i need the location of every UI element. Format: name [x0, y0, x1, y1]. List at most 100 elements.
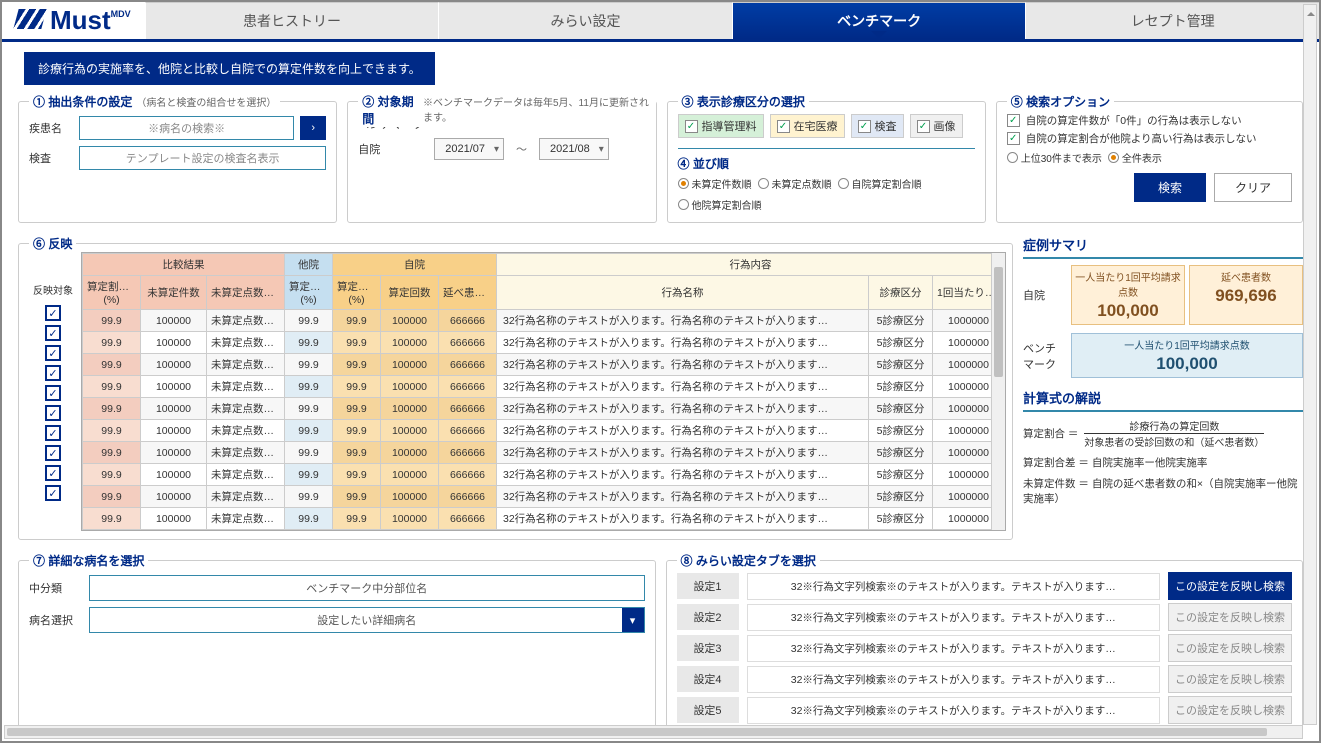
exam-input[interactable]: テンプレート設定の検査名表示 [79, 146, 326, 170]
category-chip[interactable]: ✓画像 [910, 114, 963, 138]
disease-search-input[interactable]: ※病名の検索※ [79, 116, 294, 140]
table-row[interactable]: 99.9100000未算定点数合計99.999.910000066666632行… [83, 332, 1005, 354]
panel-subtitle: ※ベンチマークデータは毎年5月、11月に更新されます。 [423, 94, 652, 124]
result-table-wrap: 比較結果 他院 自院 行為内容 算定割合差(%)未算定件数未算定点数合計算定割合… [81, 252, 1006, 531]
reflect-checkbox[interactable]: ✓ [45, 345, 61, 361]
own-to-select[interactable]: 2021/08 [539, 138, 609, 160]
column-header: 未算定件数 [141, 276, 207, 310]
reflect-checkbox[interactable]: ✓ [45, 445, 61, 461]
table-row[interactable]: 99.9100000未算定点数合計99.999.910000066666632行… [83, 420, 1005, 442]
panel-category: ③ 表示診療区分の選択 ✓指導管理料✓在宅医療✓検査✓画像 ④ 並び順 未算定件… [667, 101, 986, 223]
column-header: 診療区分 [869, 276, 933, 310]
panel-extract: ① 抽出条件の設定（病名と検査の組合せを選択） 疾患名 ※病名の検索※ › 検査… [18, 101, 337, 223]
option-list: ✓自院の算定件数が「0件」の行為は表示しない ✓自院の算定割合が他院より高い行為は… [1007, 113, 1292, 146]
display-radio[interactable]: 全件表示 [1108, 150, 1162, 165]
summary-card-bench-points: 一人当たり1回平均請求点数100,000 [1071, 333, 1303, 378]
check-icon: ✓ [1007, 114, 1020, 127]
option-checkbox[interactable]: ✓自院の算定割合が他院より高い行為は表示しない [1007, 131, 1292, 146]
display-radio[interactable]: 上位30件まで表示 [1007, 150, 1102, 165]
reflect-label: 反映対象 [25, 282, 81, 297]
panel-detail-disease: ⑦ 詳細な病名を選択 中分類 ベンチマーク中分部位名 病名選択 設定したい詳細病… [18, 560, 656, 738]
table-row[interactable]: 99.9100000未算定点数合計99.999.910000066666632行… [83, 398, 1005, 420]
reflect-checkbox[interactable]: ✓ [45, 305, 61, 321]
tab-1[interactable]: みらい設定 [438, 2, 732, 39]
table-row[interactable]: 99.9100000未算定点数合計99.999.910000066666632行… [83, 508, 1005, 530]
search-button[interactable]: 検索 [1134, 173, 1206, 202]
column-header: 行為名称 [497, 276, 869, 310]
table-row[interactable]: 99.9100000未算定点数合計99.999.910000066666632行… [83, 486, 1005, 508]
apply-setting-button: この設定を反映し検索 [1168, 696, 1292, 724]
radio-icon [1007, 152, 1018, 163]
category-chip[interactable]: ✓在宅医療 [770, 114, 845, 138]
tab-3[interactable]: レセプト管理 [1025, 2, 1319, 39]
window-h-scrollbar[interactable] [4, 725, 1303, 739]
reflect-checkbox[interactable]: ✓ [45, 405, 61, 421]
table-row[interactable]: 99.9100000未算定点数合計99.999.910000066666632行… [83, 354, 1005, 376]
mid-class-select[interactable]: ベンチマーク中分部位名 [89, 575, 645, 601]
th-group-act: 行為内容 [497, 254, 1005, 276]
window-v-scrollbar[interactable] [1303, 4, 1317, 725]
app-window: Must MDV 患者ヒストリーみらい設定ベンチマークレセプト管理 診療行為の実… [0, 0, 1321, 743]
logo-mdv: MDV [111, 9, 131, 19]
panel-options: ⑤ 検索オプション ✓自院の算定件数が「0件」の行為は表示しない✓自院の算定割合… [996, 101, 1303, 223]
tab-2[interactable]: ベンチマーク [732, 2, 1026, 39]
summary-card-own-points: 一人当たり1回平均請求点数100,000 [1071, 265, 1185, 325]
panel-period: ② 対象期間※ベンチマークデータは毎年5月、11月に更新されます。 ベンチマーク… [347, 101, 656, 223]
reflect-checkbox[interactable]: ✓ [45, 425, 61, 441]
option-checkbox[interactable]: ✓自院の算定件数が「0件」の行為は表示しない [1007, 113, 1292, 128]
radio-icon [678, 178, 689, 189]
table-row[interactable]: 99.9100000未算定点数合計99.999.910000066666632行… [83, 464, 1005, 486]
reflect-checkbox[interactable]: ✓ [45, 485, 61, 501]
sort-radio[interactable]: 他院算定割合順 [678, 197, 762, 212]
logo-stripes-icon [13, 9, 46, 29]
reflect-checkbox[interactable]: ✓ [45, 325, 61, 341]
setting-text: 32※行為文字列検索※のテキストが入ります。テキストが入ります… [747, 666, 1161, 693]
tab-0[interactable]: 患者ヒストリー [145, 2, 439, 39]
setting-label: 設定3 [677, 635, 739, 661]
own-label: 自院 [358, 141, 428, 157]
apply-setting-button: この設定を反映し検索 [1168, 665, 1292, 693]
apply-setting-button: この設定を反映し検索 [1168, 634, 1292, 662]
table-scrollbar[interactable] [991, 253, 1005, 530]
disease-label: 疾患名 [29, 120, 73, 136]
setting-label: 設定2 [677, 604, 739, 630]
panel-title: ⑥ 反映 [33, 235, 72, 252]
category-chip[interactable]: ✓検査 [851, 114, 904, 138]
calc-line-2: 算定割合差 ＝ 自院実施率ー他院実施率 [1023, 455, 1303, 470]
column-header: 算定割合差(%) [83, 276, 141, 310]
sort-radio[interactable]: 未算定件数順 [678, 176, 752, 191]
disease-select[interactable]: 設定したい詳細病名▾ [89, 607, 645, 633]
th-group-comp: 比較結果 [83, 254, 285, 276]
setting-label: 設定4 [677, 666, 739, 692]
sort-radio[interactable]: 未算定点数順 [758, 176, 832, 191]
apply-setting-button[interactable]: この設定を反映し検索 [1168, 572, 1292, 600]
setting-text: 32※行為文字列検索※のテキストが入ります。テキストが入ります… [747, 604, 1161, 631]
reflect-checkbox[interactable]: ✓ [45, 385, 61, 401]
reflect-checkbox[interactable]: ✓ [45, 365, 61, 381]
setting-text: 32※行為文字列検索※のテキストが入ります。テキストが入ります… [747, 573, 1161, 600]
reflect-checkbox[interactable]: ✓ [45, 465, 61, 481]
radio-icon [758, 178, 769, 189]
column-header: 未算定点数合計 [207, 276, 285, 310]
reflect-column: 反映対象 ✓ ✓ ✓ ✓ ✓ ✓ ✓ ✓ ✓ ✓ [25, 252, 81, 531]
panel-title: ⑧ みらい設定タブを選択 [681, 552, 816, 569]
table-row[interactable]: 99.9100000未算定点数合計99.999.910000066666632行… [83, 376, 1005, 398]
category-chip[interactable]: ✓指導管理料 [678, 114, 764, 138]
table-row[interactable]: 99.9100000未算定点数合計99.999.910000066666632行… [83, 310, 1005, 332]
info-banner: 診療行為の実施率を、他院と比較し自院での算定件数を向上できます。 [24, 52, 435, 85]
clear-button[interactable]: クリア [1214, 173, 1292, 202]
own-from-select[interactable]: 2021/07 [434, 138, 504, 160]
setting-label: 設定5 [677, 697, 739, 723]
column-header: 算定回数 [381, 276, 439, 310]
summary-card-own-patients: 延べ患者数969,696 [1189, 265, 1303, 325]
disease-select-label: 病名選択 [29, 612, 83, 628]
setting-row: 設定4 32※行為文字列検索※のテキストが入ります。テキストが入ります… この設定を… [677, 665, 1293, 693]
table-row[interactable]: 99.9100000未算定点数合計99.999.910000066666632行… [83, 442, 1005, 464]
sort-radio[interactable]: 自院算定割合順 [838, 176, 922, 191]
chevron-down-icon[interactable]: ▾ [622, 608, 644, 632]
calc-line-1: 算定割合 ＝ 診療行為の算定回数対象患者の受診回数の和（延べ患者数） [1023, 418, 1303, 449]
disease-search-go-button[interactable]: › [300, 116, 326, 140]
radio-icon [1108, 152, 1119, 163]
panel-reflect: ⑥ 反映 反映対象 ✓✓✓✓✓✓✓✓✓✓ 比較結果 他院 自院 行為内容 [18, 243, 1013, 540]
setting-row: 設定532※行為文字列検索※のテキストが入ります。テキストが入ります…この設定を… [677, 696, 1293, 724]
